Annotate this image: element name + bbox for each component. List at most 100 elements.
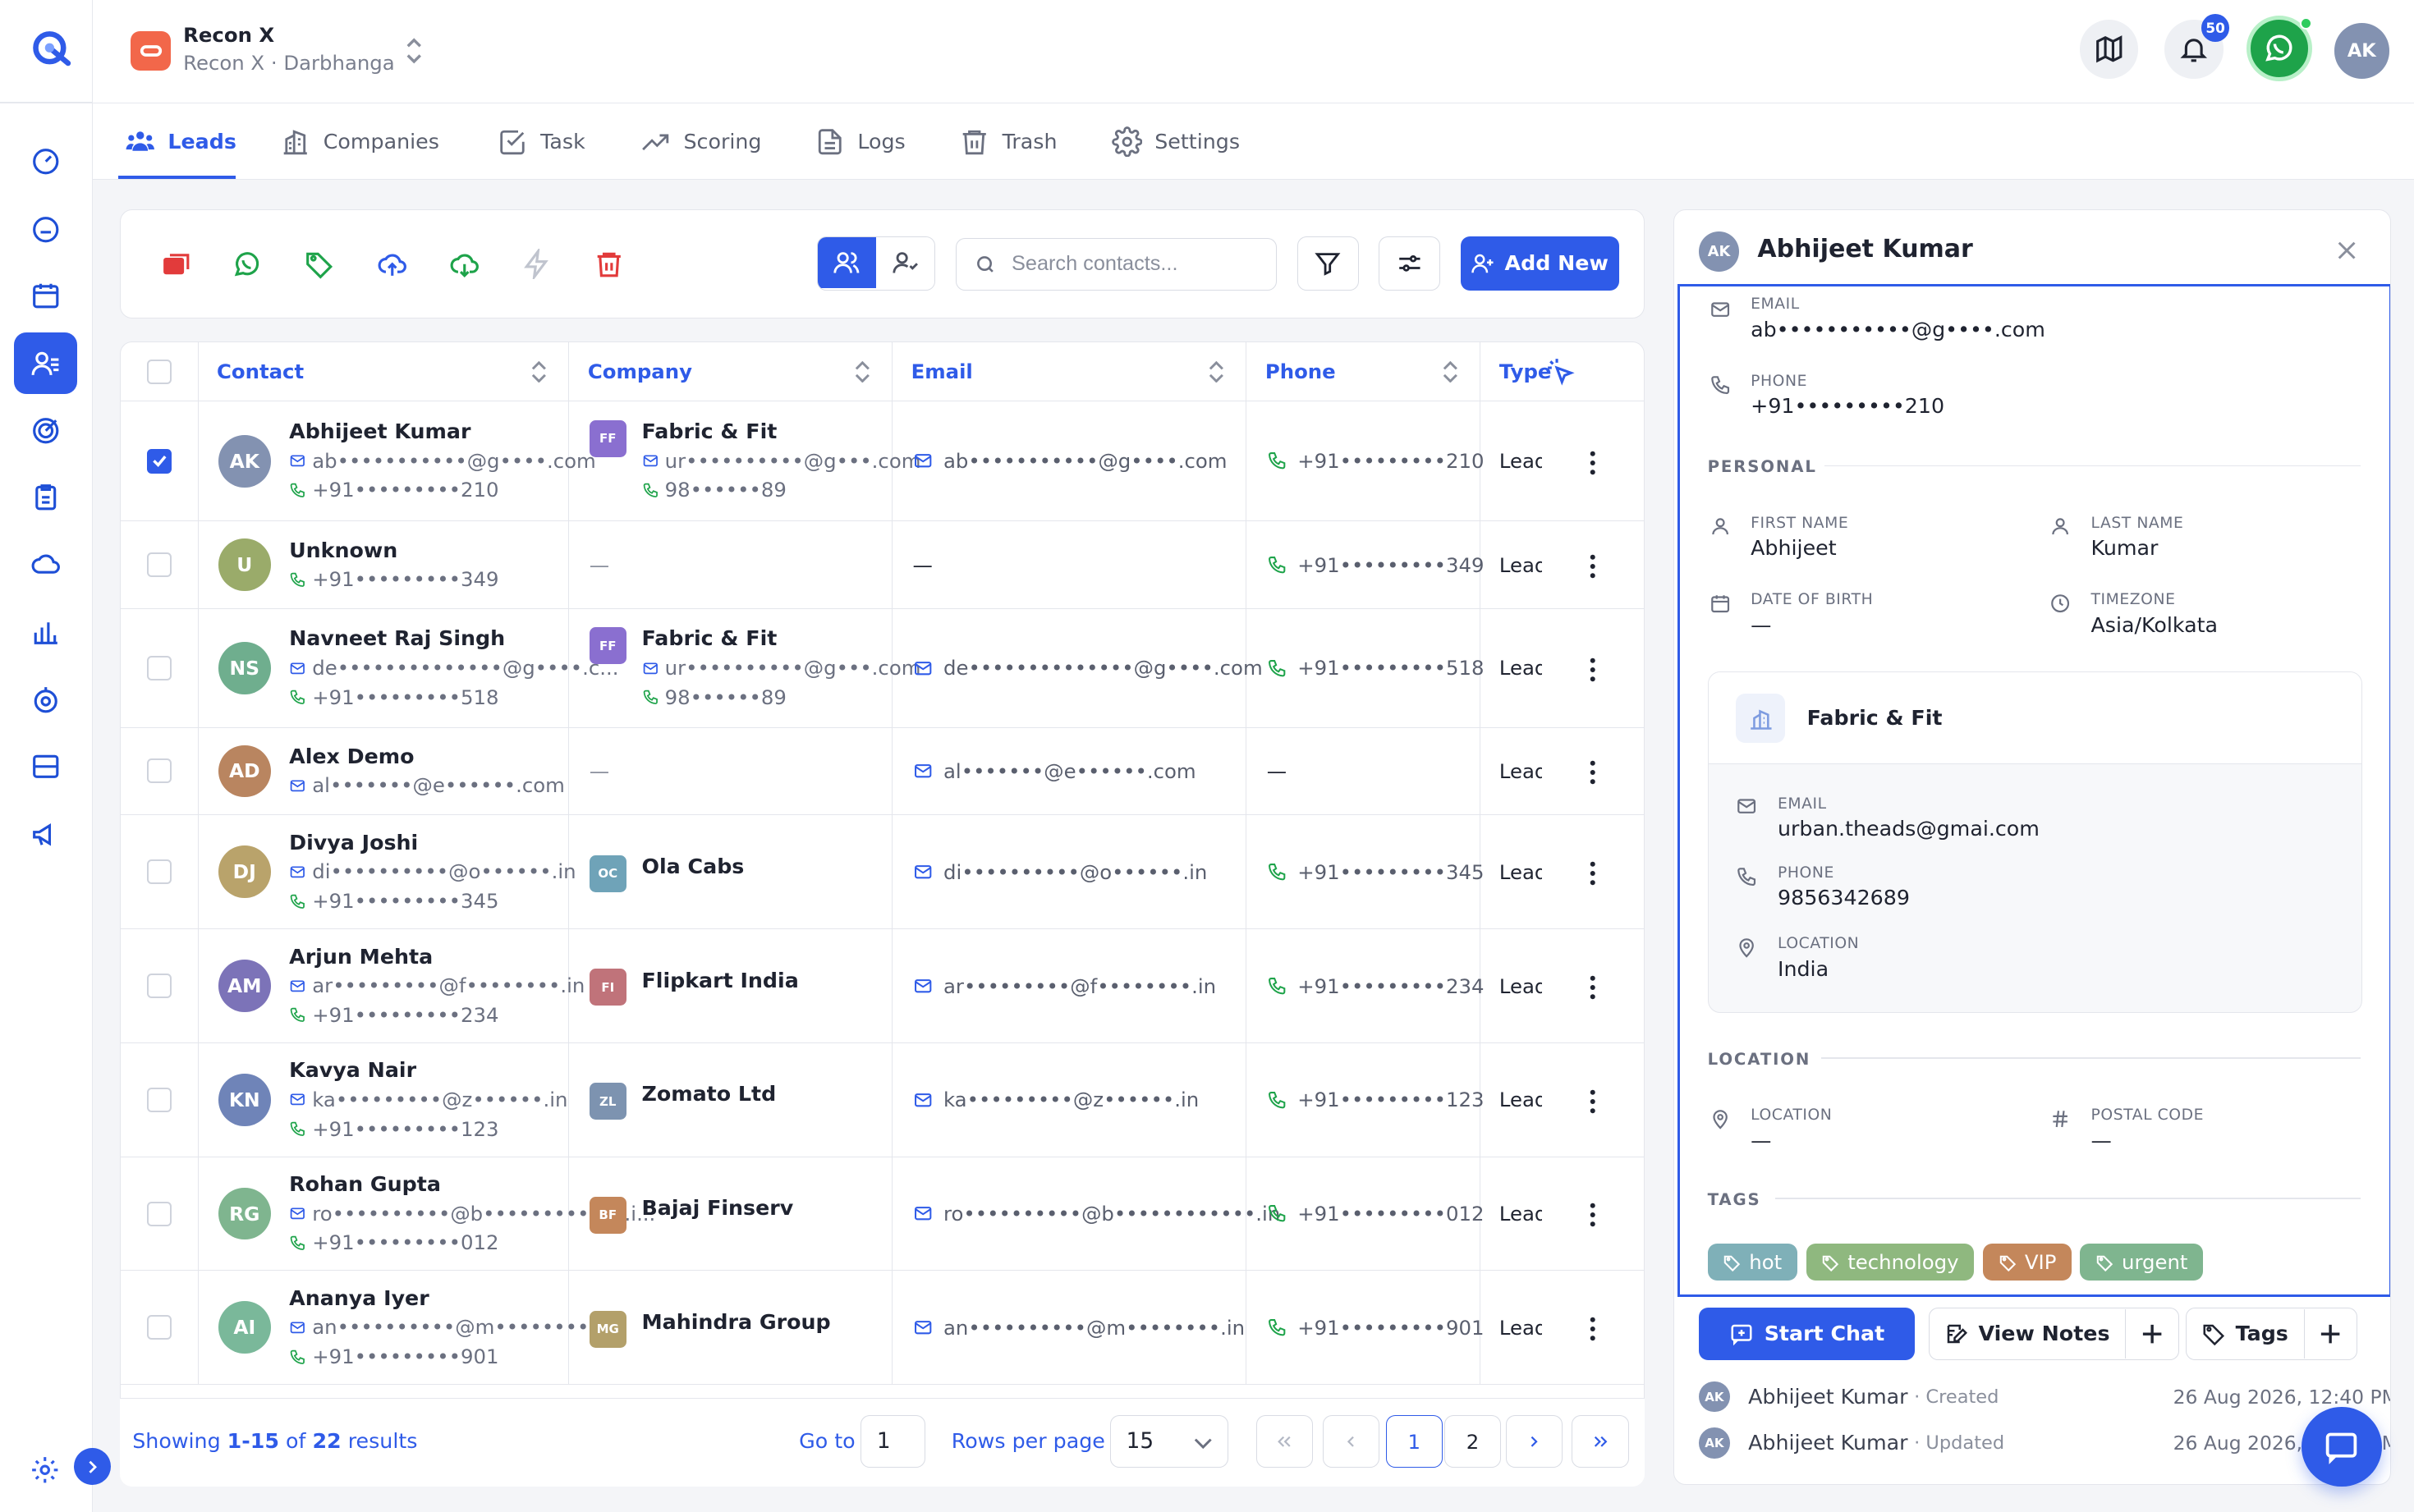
company-name[interactable]: Zomato Ltd bbox=[642, 1079, 777, 1109]
row-actions-button[interactable] bbox=[1590, 554, 1596, 579]
sidebar-item-inbox[interactable] bbox=[14, 735, 77, 797]
page-1-button[interactable]: 1 bbox=[1385, 1415, 1443, 1468]
sidebar-item-chat[interactable] bbox=[14, 199, 77, 260]
prev-page-button[interactable] bbox=[1322, 1415, 1379, 1468]
row-checkbox[interactable] bbox=[146, 859, 172, 885]
sidebar-item-bot[interactable] bbox=[14, 670, 77, 731]
workspace-icon[interactable] bbox=[131, 30, 172, 71]
sort-icon[interactable] bbox=[1209, 360, 1224, 383]
row-checkbox[interactable] bbox=[146, 1315, 172, 1340]
tab-logs[interactable]: Logs bbox=[815, 103, 906, 181]
header-type[interactable]: Type bbox=[1480, 342, 1644, 401]
table-row[interactable]: AM Arjun Mehta ar•••••••••@f••••••••.in +91… bbox=[121, 928, 1644, 1043]
table-row[interactable]: U Unknown +91•••••••••349— — +91•••••••••349… bbox=[121, 520, 1644, 610]
rows-per-page-select[interactable]: 15 bbox=[1109, 1415, 1229, 1468]
sidebar-item-cloud[interactable] bbox=[14, 534, 77, 596]
tag-chip[interactable]: technology bbox=[1806, 1244, 1975, 1281]
row-actions-button[interactable] bbox=[1590, 1089, 1596, 1114]
page-2-button[interactable]: 2 bbox=[1443, 1415, 1502, 1468]
chat-fab-button[interactable] bbox=[2302, 1406, 2382, 1487]
workspace-name[interactable]: Recon X bbox=[183, 23, 274, 47]
add-new-button[interactable]: Add New bbox=[1460, 236, 1619, 291]
tab-trash[interactable]: Trash bbox=[959, 103, 1057, 181]
phone-value[interactable]: +91•••••••••123 bbox=[1297, 1088, 1484, 1111]
adjust-columns-button[interactable] bbox=[1379, 236, 1441, 291]
company-card[interactable]: Fabric & Fit EMAIL urban.theads@gmai.com… bbox=[1707, 671, 2362, 1013]
header-phone[interactable]: Phone bbox=[1246, 342, 1481, 401]
row-checkbox[interactable] bbox=[146, 758, 172, 784]
row-checkbox[interactable] bbox=[146, 1087, 172, 1112]
settings-gear-icon[interactable] bbox=[30, 1455, 61, 1486]
upload-cloud-icon[interactable] bbox=[377, 249, 408, 280]
table-row[interactable]: KN Kavya Nair ka•••••••••@z••••••.in +91•••… bbox=[121, 1042, 1644, 1157]
close-icon[interactable] bbox=[2336, 240, 2357, 261]
email-value[interactable]: ro••••••••••@b••••••••••••.in bbox=[943, 1202, 1280, 1226]
email-value[interactable]: an••••••••••@m••••••••.in bbox=[943, 1316, 1245, 1340]
phone-value[interactable]: +91•••••••••234 bbox=[1297, 974, 1484, 998]
tags-button[interactable]: Tags bbox=[2187, 1308, 2305, 1359]
company-name[interactable]: Ola Cabs bbox=[642, 852, 745, 882]
sort-icon[interactable] bbox=[1443, 360, 1458, 383]
search-input[interactable] bbox=[1012, 252, 1258, 277]
sort-icon[interactable] bbox=[855, 360, 870, 383]
tab-scoring[interactable]: Scoring bbox=[640, 103, 761, 181]
row-actions-button[interactable] bbox=[1590, 657, 1596, 682]
row-checkbox[interactable] bbox=[146, 1201, 172, 1226]
header-email[interactable]: Email bbox=[892, 342, 1247, 401]
phone-value[interactable]: +91•••••••••901 bbox=[1297, 1316, 1484, 1340]
company-name[interactable]: Flipkart India bbox=[642, 966, 799, 996]
sidebar-item-reports[interactable] bbox=[14, 602, 77, 663]
table-row[interactable]: AD Alex Demo al•••••••@e••••••.com — al•••••… bbox=[121, 727, 1644, 816]
row-actions-button[interactable] bbox=[1590, 1203, 1596, 1227]
company-card-name[interactable]: Fabric & Fit bbox=[1807, 706, 1943, 730]
contact-name[interactable]: Divya Joshi bbox=[289, 828, 576, 858]
row-actions-button[interactable] bbox=[1590, 451, 1596, 475]
view-notes-button[interactable]: View Notes bbox=[1930, 1308, 2127, 1359]
view-all-button[interactable] bbox=[817, 236, 876, 288]
tag-chip[interactable]: VIP bbox=[1983, 1244, 2072, 1281]
contact-name[interactable]: Ananya Iyer bbox=[289, 1284, 613, 1313]
header-company[interactable]: Company bbox=[568, 342, 893, 401]
contact-name[interactable]: Alex Demo bbox=[289, 742, 565, 772]
download-cloud-icon[interactable] bbox=[449, 249, 480, 280]
user-avatar[interactable]: AK bbox=[2334, 23, 2389, 79]
goto-page-input[interactable]: 1 bbox=[861, 1415, 925, 1468]
app-logo[interactable] bbox=[30, 26, 73, 70]
delete-icon[interactable] bbox=[594, 249, 625, 280]
workspace-subtitle[interactable]: Recon X · Darbhanga bbox=[183, 51, 395, 75]
contact-name[interactable]: Kavya Nair bbox=[289, 1056, 567, 1085]
phone-value[interactable]: +91•••••••••012 bbox=[1297, 1202, 1484, 1226]
row-checkbox[interactable] bbox=[146, 655, 172, 680]
email-value[interactable]: ab•••••••••••@g••••.com bbox=[943, 449, 1228, 473]
table-row[interactable]: RG Rohan Gupta ro••••••••••@b••••••••••••.… bbox=[121, 1157, 1644, 1271]
cursor-click-icon[interactable] bbox=[1545, 356, 1576, 387]
add-note-button[interactable] bbox=[2126, 1309, 2178, 1359]
company-name[interactable]: Fabric & Fit bbox=[642, 624, 921, 653]
company-name[interactable]: Mahindra Group bbox=[642, 1308, 831, 1337]
tab-task[interactable]: Task bbox=[498, 103, 585, 181]
contact-name[interactable]: Abhijeet Kumar bbox=[289, 417, 596, 447]
company-name[interactable]: Fabric & Fit bbox=[642, 417, 921, 447]
sort-icon[interactable] bbox=[531, 360, 547, 383]
phone-value[interactable]: +91•••••••••345 bbox=[1297, 860, 1484, 884]
table-row[interactable]: AI Ananya Iyer an••••••••••@m••••••••.in +9… bbox=[121, 1270, 1644, 1386]
email-value[interactable]: de••••••••••••••@g••••.com bbox=[943, 656, 1263, 680]
sidebar-expand-button[interactable] bbox=[74, 1448, 111, 1486]
company-name[interactable]: Bajaj Finserv bbox=[642, 1194, 794, 1223]
email-value[interactable]: ar•••••••••@f••••••••.in bbox=[943, 974, 1216, 998]
tab-companies[interactable]: Companies bbox=[280, 103, 439, 181]
tag-icon[interactable] bbox=[304, 249, 335, 280]
row-actions-button[interactable] bbox=[1590, 760, 1596, 785]
chevron-updown-icon[interactable] bbox=[405, 37, 424, 65]
phone-value[interactable]: +91•••••••••210 bbox=[1297, 449, 1484, 473]
tag-chip[interactable]: urgent bbox=[2080, 1244, 2204, 1281]
email-value[interactable]: al•••••••@e••••••.com bbox=[943, 759, 1196, 783]
email-value[interactable]: ka•••••••••@z••••••.in bbox=[943, 1088, 1199, 1111]
whatsapp-bulk-icon[interactable] bbox=[232, 249, 263, 280]
start-chat-button[interactable]: Start Chat bbox=[1699, 1307, 1915, 1360]
table-row[interactable]: AK Abhijeet Kumar ab•••••••••••@g••••.com +… bbox=[121, 401, 1644, 522]
sidebar-item-dashboard[interactable] bbox=[14, 131, 77, 192]
row-checkbox[interactable] bbox=[146, 552, 172, 578]
tab-settings[interactable]: Settings bbox=[1111, 103, 1240, 181]
last-page-button[interactable] bbox=[1572, 1415, 1629, 1468]
